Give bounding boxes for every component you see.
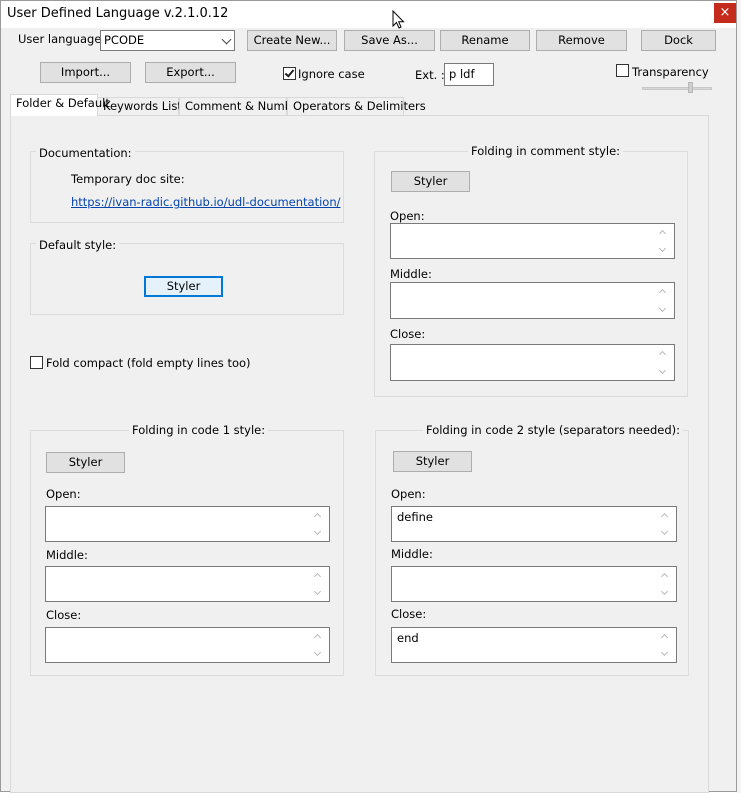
close-icon[interactable]: × — [720, 5, 731, 20]
code2-close-textarea[interactable]: end — [391, 627, 677, 663]
code1-open-textarea[interactable] — [45, 506, 330, 542]
comment-open-label: Open: — [390, 209, 425, 223]
comment-close-label: Close: — [390, 327, 426, 341]
scroll-down-icon[interactable] — [660, 587, 669, 596]
scroll-down-icon[interactable] — [658, 244, 667, 253]
tab-label: Comment & Number — [185, 99, 304, 113]
create-new-button[interactable]: Create New... — [247, 30, 337, 51]
code1-styler-button[interactable]: Styler — [46, 452, 125, 473]
transparency-checkbox[interactable] — [616, 64, 629, 77]
scroll-up-icon[interactable] — [313, 572, 322, 581]
code1-close-label: Close: — [46, 608, 82, 622]
rename-button[interactable]: Rename — [440, 30, 530, 51]
code2-open-label: Open: — [391, 487, 426, 501]
code2-middle-label: Middle: — [391, 547, 433, 561]
title-bar: User Defined Language v.2.1.0.12 × — [1, 1, 736, 28]
code2-open-value: define — [397, 510, 433, 524]
tab-comment-number[interactable]: Comment & Number — [179, 97, 304, 115]
comment-style-title: Folding in comment style: — [468, 144, 624, 158]
comment-open-textarea[interactable] — [390, 223, 675, 259]
scroll-down-icon[interactable] — [313, 587, 322, 596]
user-language-label: User language : — [18, 32, 109, 46]
udl-dialog: User Defined Language v.2.1.0.12 × User … — [0, 0, 737, 793]
documentation-title: Documentation: — [36, 146, 135, 160]
tab-label: Keywords Lists — [103, 99, 188, 113]
background-strip — [737, 0, 741, 793]
close-button[interactable]: × — [714, 3, 736, 23]
comment-styler-button[interactable]: Styler — [391, 171, 470, 192]
user-language-value: PCODE — [104, 33, 145, 47]
code2-styler-button[interactable]: Styler — [393, 451, 472, 472]
code2-open-textarea[interactable]: define — [391, 506, 677, 542]
mouse-pointer-icon — [392, 10, 405, 29]
window-title: User Defined Language v.2.1.0.12 — [7, 6, 229, 21]
code2-middle-textarea[interactable] — [391, 566, 677, 602]
scroll-down-icon[interactable] — [658, 366, 667, 375]
comment-middle-label: Middle: — [390, 267, 432, 281]
import-button[interactable]: Import... — [40, 62, 131, 83]
ignore-case-checkbox[interactable] — [283, 67, 296, 80]
documentation-group: Documentation: — [30, 146, 344, 223]
code2-close-label: Close: — [391, 607, 427, 621]
remove-button[interactable]: Remove — [536, 30, 627, 51]
doc-site-label: Temporary doc site: — [71, 172, 185, 186]
doc-site-link[interactable]: https://ivan-radic.github.io/udl-documen… — [71, 195, 341, 209]
code1-close-textarea[interactable] — [45, 627, 330, 663]
scroll-up-icon[interactable] — [660, 633, 669, 642]
code1-middle-label: Middle: — [46, 548, 88, 562]
scroll-up-icon[interactable] — [660, 572, 669, 581]
tab-operators-delimiters[interactable]: Operators & Delimiters — [287, 97, 426, 115]
ignore-case-label[interactable]: Ignore case — [298, 67, 365, 81]
comment-middle-textarea[interactable] — [390, 282, 675, 319]
code1-middle-textarea[interactable] — [45, 566, 330, 602]
code1-style-title: Folding in code 1 style: — [129, 423, 269, 437]
scroll-up-icon[interactable] — [658, 350, 667, 359]
scroll-down-icon[interactable] — [660, 527, 669, 536]
scroll-up-icon[interactable] — [660, 512, 669, 521]
ext-label: Ext. : — [415, 68, 445, 82]
transparency-slider[interactable] — [642, 87, 712, 90]
fold-compact-checkbox[interactable] — [30, 356, 43, 369]
chevron-down-icon[interactable] — [221, 34, 232, 45]
tab-label: Folder & Default — [16, 96, 110, 110]
save-as-button[interactable]: Save As... — [344, 30, 435, 51]
scroll-down-icon[interactable] — [313, 648, 322, 657]
scroll-up-icon[interactable] — [658, 288, 667, 297]
scroll-up-icon[interactable] — [658, 229, 667, 238]
code2-style-title: Folding in code 2 style (separators need… — [423, 423, 683, 437]
comment-close-textarea[interactable] — [390, 344, 675, 381]
code1-open-label: Open: — [46, 487, 81, 501]
export-button[interactable]: Export... — [145, 62, 236, 83]
transparency-label[interactable]: Transparency — [632, 65, 709, 79]
scroll-down-icon[interactable] — [660, 648, 669, 657]
checkmark-icon — [284, 67, 295, 78]
tab-folder-default[interactable]: Folder & Default — [10, 94, 110, 116]
user-language-select[interactable]: PCODE — [100, 30, 235, 51]
default-styler-button[interactable]: Styler — [144, 276, 223, 297]
transparency-slider-thumb[interactable] — [688, 82, 693, 93]
scroll-up-icon[interactable] — [313, 512, 322, 521]
fold-compact-label[interactable]: Fold compact (fold empty lines too) — [46, 356, 251, 370]
scroll-down-icon[interactable] — [658, 304, 667, 313]
default-style-title: Default style: — [36, 238, 120, 252]
scroll-down-icon[interactable] — [313, 527, 322, 536]
code2-close-value: end — [397, 631, 419, 645]
scroll-up-icon[interactable] — [313, 633, 322, 642]
dock-button[interactable]: Dock — [641, 30, 716, 51]
ext-input[interactable]: p ldf — [444, 63, 494, 86]
tab-label: Operators & Delimiters — [293, 99, 426, 113]
